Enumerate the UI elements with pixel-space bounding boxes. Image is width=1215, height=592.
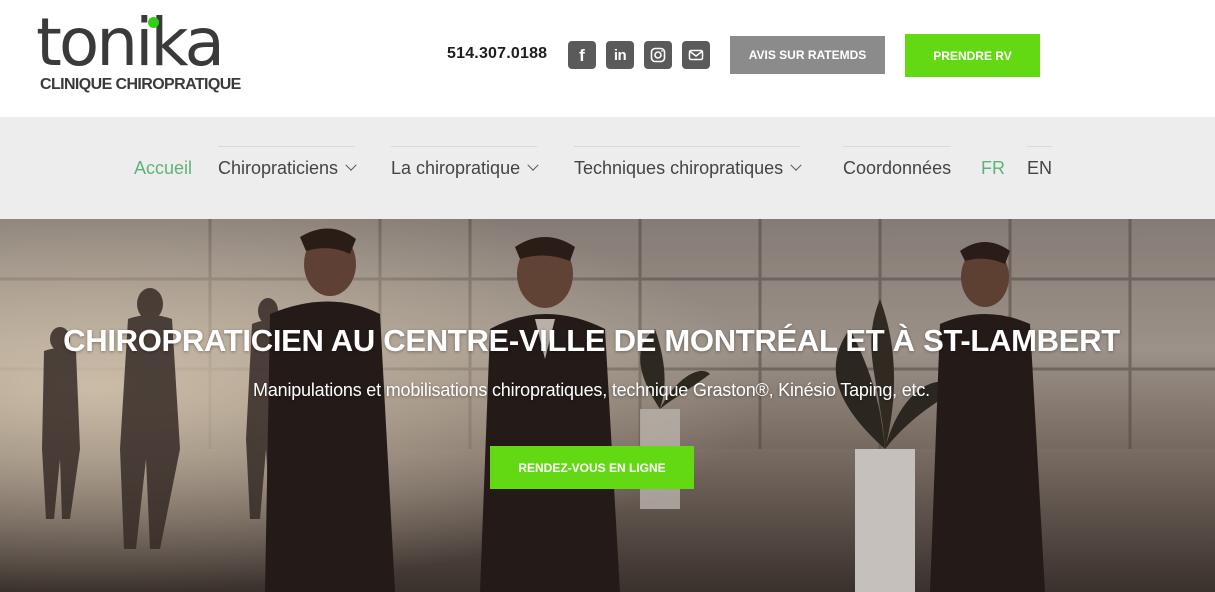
facebook-link[interactable]: f [568,41,596,69]
hero-overlay [0,219,1215,592]
site-logo[interactable]: tonika CLINIQUE CHIROPRATIQUE [36,10,246,100]
online-booking-button[interactable]: RENDEZ-VOUS EN LIGNE [490,446,694,489]
nav-item-label: Chiropraticiens [218,157,339,178]
site-header: tonika CLINIQUE CHIROPRATIQUE 514.307.01… [0,0,1215,117]
nav-item-accueil[interactable]: Accueil [134,146,192,190]
nav-item-label: EN [1027,157,1053,178]
hero-banner: CHIROPRATICIEN AU CENTRE-VILLE DE MONTRÉ… [0,219,1215,592]
chevron-down-icon [527,159,539,171]
chevron-down-icon [345,159,357,171]
nav-item-coordonnees[interactable]: Coordonnées [843,146,952,190]
nav-item-label: Coordonnées [843,157,952,178]
nav-item-techniques[interactable]: Techniques chiropratiques [574,146,802,190]
main-navigation: Accueil Chiropraticiens La chiropratique… [0,117,1215,219]
ratemds-reviews-button[interactable]: AVIS SUR RATEMDS [730,36,885,74]
logo-dot [148,17,159,28]
instagram-icon [650,47,666,63]
hero-title: CHIROPRATICIEN AU CENTRE-VILLE DE MONTRÉ… [63,323,1120,358]
language-fr[interactable]: FR [981,146,1005,190]
language-en[interactable]: EN [1027,146,1053,190]
email-link[interactable] [682,41,710,69]
instagram-link[interactable] [644,41,672,69]
linkedin-link[interactable]: in [606,41,634,69]
logo-tagline: CLINIQUE CHIROPRATIQUE [40,76,241,93]
facebook-icon: f [579,45,585,65]
nav-item-chiropraticiens[interactable]: Chiropraticiens [218,146,357,190]
book-appointment-button[interactable]: PRENDRE RV [905,34,1040,77]
nav-item-la-chiropratique[interactable]: La chiropratique [391,146,539,190]
nav-item-label: FR [981,157,1005,178]
nav-item-label: La chiropratique [391,157,521,178]
linkedin-icon: in [613,46,627,64]
nav-item-label: Techniques chiropratiques [574,157,784,178]
nav-item-label: Accueil [134,157,193,178]
logo-wordmark: tonika [36,4,225,81]
email-icon [688,49,704,61]
hero-subtitle: Manipulations et mobilisations chiroprat… [253,380,930,400]
chevron-down-icon [790,159,802,171]
phone-number[interactable]: 514.307.0188 [447,45,547,63]
